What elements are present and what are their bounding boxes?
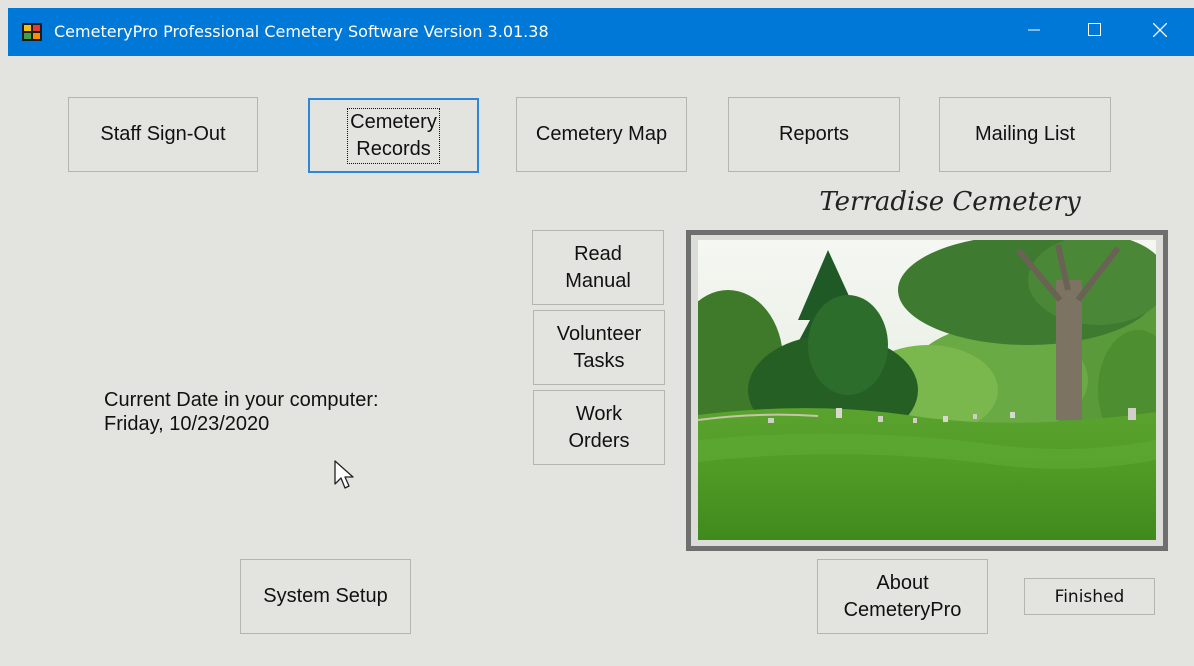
staff-sign-out-button[interactable]: Staff Sign-Out	[68, 97, 258, 172]
finished-label: Finished	[1054, 586, 1125, 607]
maximize-icon	[1087, 23, 1101, 41]
about-label-line1: About	[876, 571, 929, 594]
cemeterypro-main-window: CemeteryPro Professional Cemetery Softwa…	[0, 0, 1194, 666]
mouse-pointer-icon	[334, 460, 354, 495]
focus-indicator: Cemetery Records	[347, 107, 440, 164]
maximize-button[interactable]	[1064, 8, 1124, 56]
cemetery-records-label-line1: Cemetery	[350, 110, 437, 133]
about-label-line2: CemeteryPro	[843, 598, 962, 621]
about-cemeterypro-button[interactable]: About CemeteryPro	[817, 559, 988, 634]
volunteer-tasks-button[interactable]: Volunteer Tasks	[533, 310, 665, 385]
read-manual-label-line1: Read	[574, 242, 622, 265]
cemetery-name-heading: Terradise Cemetery	[819, 187, 1081, 217]
read-manual-label-line2: Manual	[565, 269, 631, 292]
mailing-list-button[interactable]: Mailing List	[939, 97, 1111, 172]
title-bar[interactable]: CemeteryPro Professional Cemetery Softwa…	[8, 8, 1194, 56]
read-manual-button[interactable]: Read Manual	[532, 230, 664, 305]
current-date-label: Current Date in your computer:	[104, 389, 379, 411]
minimize-button[interactable]	[1004, 8, 1064, 56]
reports-label: Reports	[778, 123, 850, 145]
cemeterypro-app-icon[interactable]	[22, 23, 42, 41]
cemetery-grounds-photo	[698, 240, 1156, 540]
work-orders-label-line2: Orders	[568, 429, 630, 452]
close-button[interactable]	[1130, 8, 1190, 56]
system-setup-label: System Setup	[263, 585, 388, 607]
reports-button[interactable]: Reports	[728, 97, 900, 172]
volunteer-tasks-label-line1: Volunteer	[556, 322, 642, 345]
volunteer-tasks-label-line2: Tasks	[573, 349, 625, 372]
cemetery-photo-frame	[686, 230, 1168, 551]
work-orders-label-line1: Work	[575, 402, 623, 425]
close-icon	[1152, 22, 1168, 42]
window-title: CemeteryPro Professional Cemetery Softwa…	[54, 22, 549, 41]
mailing-list-label: Mailing List	[974, 123, 1076, 145]
cemetery-map-button[interactable]: Cemetery Map	[516, 97, 687, 172]
work-orders-button[interactable]: Work Orders	[533, 390, 665, 465]
staff-sign-out-label: Staff Sign-Out	[100, 123, 226, 145]
minimize-icon	[1028, 23, 1040, 41]
cemetery-map-label: Cemetery Map	[535, 123, 668, 145]
finished-button[interactable]: Finished	[1024, 578, 1155, 615]
cemetery-records-label-line2: Records	[356, 137, 431, 160]
cemetery-records-button[interactable]: Cemetery Records	[308, 98, 479, 173]
current-date-value: Friday, 10/23/2020	[104, 413, 270, 435]
system-setup-button[interactable]: System Setup	[240, 559, 411, 634]
